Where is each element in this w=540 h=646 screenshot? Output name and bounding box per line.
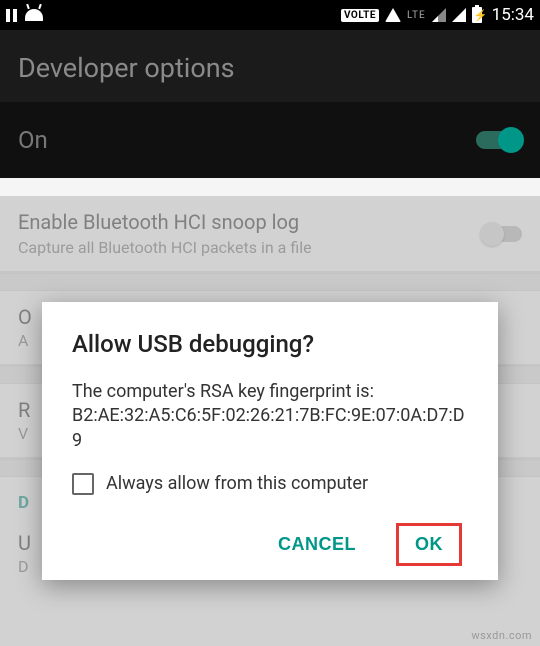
- page-title: Developer options: [18, 52, 522, 84]
- status-bar: VOLTE LTE ⚡ 15:34: [0, 0, 540, 30]
- volte-badge: VOLTE: [341, 9, 379, 22]
- dialog-actions: CANCEL OK: [72, 523, 468, 566]
- status-left: [6, 9, 43, 22]
- battery-icon: ⚡: [472, 7, 482, 23]
- dialog-title: Allow USB debugging?: [72, 330, 468, 358]
- always-allow-label: Always allow from this computer: [106, 473, 368, 494]
- pause-icon: [6, 9, 17, 22]
- ok-highlight: OK: [396, 523, 462, 566]
- signal-2-icon: [452, 8, 466, 22]
- dialog-body: The computer's RSA key fingerprint is:B2…: [72, 380, 468, 453]
- android-icon: [25, 9, 43, 21]
- wifi-icon: [385, 8, 401, 22]
- status-right: VOLTE LTE ⚡ 15:34: [341, 5, 534, 25]
- lte-label: LTE: [407, 10, 426, 21]
- clock: 15:34: [492, 5, 534, 25]
- signal-1-icon: [432, 8, 446, 22]
- master-toggle-label: On: [18, 126, 48, 154]
- master-toggle-switch[interactable]: [476, 131, 522, 149]
- master-toggle-row[interactable]: On: [0, 102, 540, 178]
- cancel-button[interactable]: CANCEL: [264, 524, 370, 565]
- watermark: wsxdn.com: [471, 629, 532, 642]
- always-allow-row[interactable]: Always allow from this computer: [72, 473, 468, 495]
- settings-header: Developer options: [0, 30, 540, 102]
- ok-button[interactable]: OK: [415, 534, 443, 555]
- always-allow-checkbox[interactable]: [72, 473, 94, 495]
- usb-debugging-dialog: Allow USB debugging? The computer's RSA …: [42, 302, 498, 580]
